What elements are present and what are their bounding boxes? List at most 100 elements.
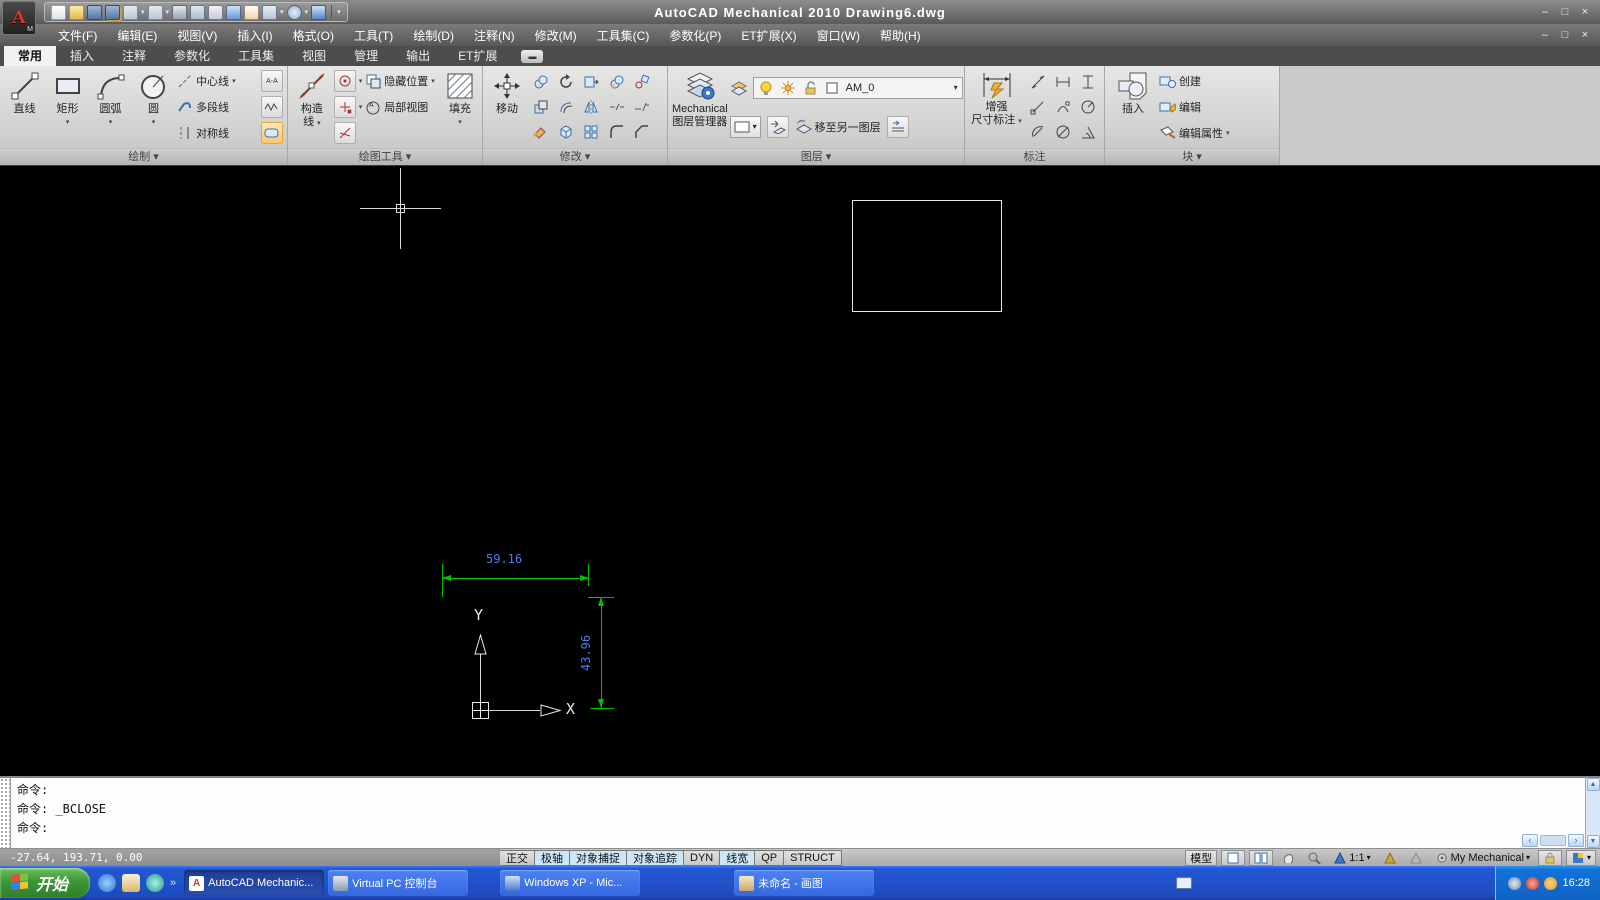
rectangle-button[interactable]: 矩形 ▾ (47, 68, 88, 146)
new-icon[interactable] (51, 4, 66, 20)
scroll-thumb[interactable] (1540, 835, 1566, 846)
print-icon[interactable] (172, 4, 188, 20)
arc-button[interactable]: 圆弧 ▾ (90, 68, 131, 146)
erase-construction-button[interactable] (333, 122, 356, 144)
section-line-button[interactable]: A-A (260, 70, 283, 92)
tray-volume-icon[interactable] (1508, 876, 1522, 890)
panel-modify-title[interactable]: 修改 ▾ (483, 148, 667, 165)
annotation-scale-button[interactable]: 1:1 ▾ (1329, 850, 1374, 866)
dim-rotated-button[interactable] (1026, 95, 1050, 119)
doc-close-button[interactable]: × (1578, 29, 1592, 41)
taskbar-button-windowsxp[interactable]: Windows XP - Mic... (500, 870, 641, 896)
close-button[interactable]: × (1578, 6, 1592, 18)
workspace-switch-button[interactable]: My Mechanical ▾ (1431, 850, 1534, 866)
annotation-visibility-button[interactable] (1379, 850, 1401, 866)
panel-block-title[interactable]: 块 ▾ (1105, 148, 1279, 165)
undo-icon[interactable] (123, 4, 138, 20)
fillet-button[interactable] (605, 120, 629, 144)
redo-dropdown-icon[interactable]: ▾ (166, 8, 170, 16)
move-to-other-layer-button[interactable]: 移至另一图层 (795, 116, 881, 138)
tab-manage[interactable]: 管理 (340, 45, 392, 66)
power-copy-button[interactable] (605, 70, 629, 94)
edit-block-button[interactable]: 编辑 (1159, 96, 1259, 118)
status-overflow-button[interactable]: ▾ (1565, 849, 1596, 866)
minimize-ribbon-button[interactable]: ▬ (521, 50, 544, 63)
rectangle-geometry[interactable] (852, 200, 1002, 312)
input-method-icon[interactable] (1175, 877, 1192, 889)
save-icon[interactable] (87, 4, 102, 20)
taskbar-button-paint[interactable]: 未命名 - 画图 (734, 870, 875, 896)
layer-tools-button[interactable] (886, 115, 909, 138)
zoom-button[interactable] (1303, 850, 1325, 866)
toggle-otrack[interactable]: 对象追踪 (627, 849, 684, 866)
tray-antivirus-icon[interactable] (1526, 876, 1540, 890)
command-horizontal-scrollbar[interactable]: ‹ › (1522, 834, 1584, 847)
drawing-canvas[interactable]: 59.16 43.96 Y X (0, 166, 1600, 776)
hatch-dropdown-icon[interactable]: ▾ (458, 116, 462, 129)
power-snap-dropdown-icon[interactable]: ▾ (359, 103, 363, 111)
display-icon[interactable] (311, 4, 327, 20)
move-button[interactable]: 移动 (487, 68, 527, 146)
create-block-button[interactable]: 创建 (1159, 70, 1259, 92)
layer-freeze-sun-icon[interactable] (780, 79, 797, 96)
tab-home[interactable]: 常用 (4, 45, 57, 66)
zoom-dropdown-icon[interactable]: ▾ (305, 8, 309, 16)
mirror-button[interactable] (579, 95, 603, 119)
clock[interactable]: 16:28 (1562, 877, 1590, 889)
qat-overflow-icon[interactable]: ▾ (337, 8, 341, 16)
copy-to-layer-button[interactable] (766, 115, 789, 138)
power-recall-button[interactable] (630, 70, 654, 94)
array-button[interactable] (579, 120, 603, 144)
tab-parametric[interactable]: 参数化 (160, 45, 224, 66)
toggle-qp[interactable]: QP (755, 849, 785, 866)
autoscale-button[interactable] (1405, 850, 1427, 866)
power-snap-button[interactable] (333, 96, 356, 118)
hide-situation-button[interactable]: 隐藏位置 ▾ (364, 70, 440, 92)
polyline-button[interactable]: 多段线 (176, 96, 259, 118)
command-line-window[interactable]: 命令: 命令: _BCLOSE 命令: ‹ › ▲ ▼ (0, 776, 1600, 848)
power-dimension-button[interactable]: 增强 尺寸标注 ▾ (969, 68, 1024, 146)
center-mark-button[interactable] (333, 70, 356, 92)
centerline-dropdown-icon[interactable]: ▾ (232, 77, 236, 85)
outlook-icon[interactable] (122, 874, 141, 892)
scroll-right-icon[interactable]: › (1568, 834, 1584, 847)
circle-dropdown-icon[interactable]: ▾ (152, 116, 156, 129)
construction-line-button[interactable]: 构造 线 ▾ (292, 68, 332, 146)
tab-toolsets[interactable]: 工具集 (224, 45, 288, 66)
layout2-button[interactable] (1249, 849, 1274, 866)
offset-button[interactable] (554, 95, 578, 119)
taskbar-button-autocad[interactable]: A AutoCAD Mechanic... (184, 870, 325, 896)
panel-draw-title[interactable]: 绘制 ▾ (0, 148, 287, 165)
chamfer-button[interactable] (630, 120, 654, 144)
menu-draw[interactable]: 绘制(D) (403, 25, 464, 46)
tray-update-icon[interactable] (1544, 876, 1558, 890)
toggle-ortho[interactable]: 正交 (500, 849, 535, 866)
dim-jogged-button[interactable] (1026, 120, 1050, 144)
dim-aligned-button[interactable] (1026, 70, 1050, 94)
dim-angular-button[interactable] (1076, 120, 1100, 144)
color-swatch-dropdown[interactable]: ▾ (729, 115, 761, 138)
rectangle-dropdown-icon[interactable]: ▾ (66, 116, 70, 129)
color-dropdown-icon[interactable]: ▾ (753, 122, 757, 131)
menu-help[interactable]: 帮助(H) (870, 25, 931, 46)
doc-minimize-button[interactable]: – (1538, 29, 1552, 41)
scale-button[interactable] (529, 95, 553, 119)
arc-dropdown-icon[interactable]: ▾ (109, 116, 113, 129)
menu-file[interactable]: 文件(F) (48, 25, 107, 46)
save-as-icon[interactable] (105, 4, 120, 20)
dim-arc-button[interactable] (1051, 95, 1075, 119)
edit-attributes-button[interactable]: 编辑属性 ▾ (1159, 122, 1259, 144)
symmetry-line-button[interactable]: 对称线 (176, 122, 259, 144)
scroll-up-icon[interactable]: ▲ (1586, 778, 1600, 791)
maximize-button[interactable]: □ (1558, 6, 1572, 18)
ie-icon[interactable] (98, 874, 117, 892)
dim-vertical-button[interactable] (1076, 70, 1100, 94)
layer-on-bulb-icon[interactable] (758, 79, 775, 96)
command-vertical-scrollbar[interactable]: ▲ ▼ (1585, 778, 1600, 848)
start-button[interactable]: 开始 (0, 868, 91, 898)
menu-format[interactable]: 格式(O) (283, 25, 344, 46)
minimize-button[interactable]: – (1538, 6, 1552, 18)
mechanical-layer-manager-button[interactable]: Mechanical 图层管理器 (672, 68, 728, 146)
taskbar-button-virtualpc[interactable]: Virtual PC 控制台 (328, 870, 469, 896)
tab-et-extension[interactable]: ET扩展 (444, 45, 511, 66)
